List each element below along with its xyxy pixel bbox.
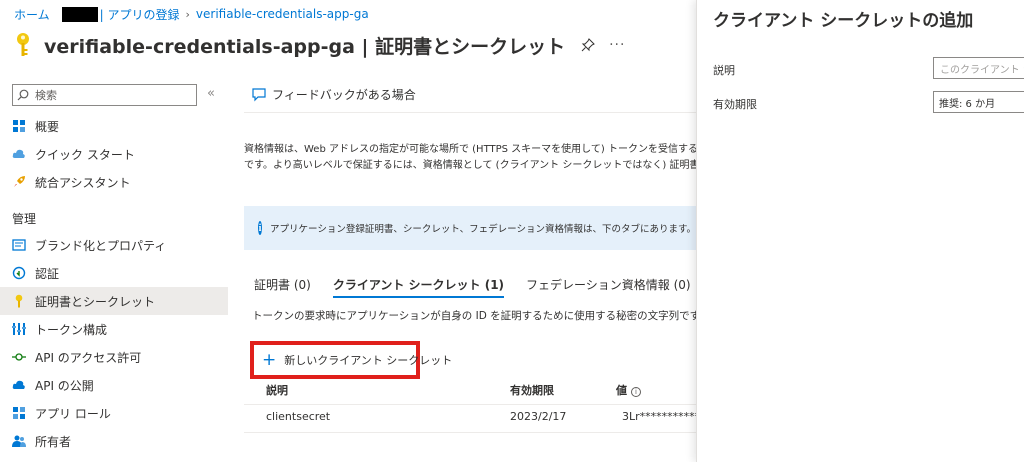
sidebar-item-overview[interactable]: 概要: [0, 112, 228, 140]
key-icon: [15, 294, 23, 308]
api-permissions-icon: [12, 353, 26, 361]
credentials-description: 資格情報は、Web アドレスの指定が可能な場所で (HTTPS スキーマを使用し…: [244, 142, 696, 174]
feedback-button[interactable]: フィードバックがある場合: [252, 86, 416, 103]
sidebar-item-certificates-secrets[interactable]: 証明書とシークレット: [0, 287, 228, 315]
sidebar: 検索 « 概要 クイック スタート 統合アシスタント 管理 ブランド化とプロパテ…: [0, 78, 228, 462]
info-icon[interactable]: i: [631, 387, 641, 397]
sidebar-item-label: API のアクセス許可: [35, 350, 142, 365]
sidebar-item-token-config[interactable]: トークン構成: [0, 315, 228, 343]
sidebar-item-expose-api[interactable]: API の公開: [0, 371, 228, 399]
client-secret-description: トークンの要求時にアプリケーションが自身の ID を証明するために使用する秘密の…: [252, 310, 700, 322]
info-banner: i アプリケーション登録証明書、シークレット、フェデレーション資格情報は、下のタ…: [244, 206, 696, 250]
tab-certificates[interactable]: 証明書 (0): [254, 272, 311, 298]
description-field[interactable]: このクライアント シークレット: [933, 57, 1024, 79]
pin-icon[interactable]: [581, 38, 595, 52]
column-header-expires: 有効期限: [510, 384, 554, 397]
token-bars-icon: [12, 323, 26, 335]
sidebar-item-api-permissions[interactable]: API のアクセス許可: [0, 343, 228, 371]
main-content: フィードバックがある場合 資格情報は、Web アドレスの指定が可能な場所で (H…: [244, 78, 706, 462]
sidebar-item-label: トークン構成: [35, 322, 108, 337]
table-header: 説明 有効期限 値i: [244, 378, 700, 402]
branding-icon: [12, 239, 26, 251]
sidebar-item-label: クイック スタート: [35, 147, 135, 162]
sidebar-item-label: ブランド化とプロパティ: [35, 238, 167, 253]
sidebar-item-label: 所有者: [35, 434, 72, 449]
collapse-sidebar-icon[interactable]: «: [207, 86, 215, 101]
expiry-field-label: 有効期限: [713, 98, 757, 111]
column-header-value-label: 値: [616, 384, 627, 397]
more-options-icon[interactable]: ···: [609, 37, 625, 53]
column-header-description: 説明: [266, 384, 288, 397]
search-input[interactable]: 検索: [12, 84, 197, 106]
breadcrumb-app-link[interactable]: verifiable-credentials-app-ga: [196, 7, 369, 21]
info-text: アプリケーション登録証明書、シークレット、フェデレーション資格情報は、下のタブに…: [270, 224, 696, 235]
sidebar-item-quickstart[interactable]: クイック スタート: [0, 140, 228, 168]
tab-federated-credentials[interactable]: フェデレーション資格情報 (0): [526, 272, 691, 298]
sidebar-item-label: API の公開: [35, 378, 94, 393]
info-icon: i: [258, 221, 263, 235]
expiry-select[interactable]: 推奨: 6 か月: [933, 91, 1024, 113]
cloud-quickstart-icon: [12, 149, 25, 158]
add-client-secret-panel: クライアント シークレットの追加 説明 このクライアント シークレット 有効期限…: [696, 0, 1024, 462]
cloud-api-icon: [12, 380, 25, 389]
new-client-secret-button[interactable]: + 新しいクライアント シークレット: [250, 341, 452, 379]
owners-icon: [12, 435, 26, 447]
chevron-right-icon: ›: [185, 7, 190, 21]
table-row: clientsecret 2023/2/17 3Lr************: [244, 406, 706, 432]
sidebar-item-label: 証明書とシークレット: [35, 294, 156, 309]
auth-icon: [12, 266, 26, 280]
new-client-secret-label: 新しいクライアント シークレット: [284, 354, 453, 367]
description-line: です。より高いレベルで保証するには、資格情報として (クライアント シークレット…: [244, 160, 696, 171]
sidebar-item-authentication[interactable]: 認証: [0, 259, 228, 287]
tab-list: 証明書 (0) クライアント シークレット (1) フェデレーション資格情報 (…: [244, 272, 703, 298]
breadcrumb-home-link[interactable]: ホーム: [14, 6, 50, 23]
divider: [244, 432, 700, 433]
expiry-selected-value: 推奨: 6 か月: [939, 98, 996, 110]
key-icon: [17, 33, 29, 56]
breadcrumb: ホーム | アプリの登録 › verifiable-credentials-ap…: [14, 5, 369, 23]
redacted-tenant: [61, 6, 98, 22]
breadcrumb-app-registrations-link[interactable]: | アプリの登録: [100, 6, 180, 23]
sidebar-item-branding[interactable]: ブランド化とプロパティ: [0, 231, 228, 259]
feedback-icon: [252, 87, 266, 101]
cell-value: 3Lr************: [622, 410, 706, 423]
sidebar-item-integration-assistant[interactable]: 統合アシスタント: [0, 168, 228, 196]
description-line: 資格情報は、Web アドレスの指定が可能な場所で (HTTPS スキーマを使用し…: [244, 144, 696, 155]
sidebar-section-manage: 管理: [12, 212, 37, 226]
search-icon: [17, 89, 29, 101]
column-header-value: 値i: [616, 382, 641, 398]
rocket-icon: [14, 176, 25, 187]
cell-description: clientsecret: [266, 410, 331, 423]
app-roles-icon: [13, 407, 25, 419]
plus-icon: +: [262, 349, 277, 370]
search-placeholder: 検索: [35, 89, 57, 102]
sidebar-item-label: 統合アシスタント: [35, 175, 131, 190]
description-placeholder: このクライアント シークレット: [940, 64, 1024, 76]
divider: [244, 404, 700, 405]
cell-expires: 2023/2/17: [510, 410, 567, 423]
sidebar-item-label: アプリ ロール: [35, 406, 111, 421]
panel-title: クライアント シークレットの追加: [713, 11, 974, 31]
grid-icon: [13, 120, 25, 132]
tab-client-secrets[interactable]: クライアント シークレット (1): [332, 272, 505, 298]
page-title: verifiable-credentials-app-ga | 証明書とシークレ…: [44, 35, 566, 58]
sidebar-item-label: 認証: [35, 266, 60, 281]
divider: [244, 112, 700, 113]
description-field-label: 説明: [713, 64, 735, 77]
feedback-label: フィードバックがある場合: [272, 88, 416, 102]
sidebar-item-label: 概要: [35, 119, 60, 134]
sidebar-item-owners[interactable]: 所有者: [0, 427, 228, 455]
page-header: verifiable-credentials-app-ga | 証明書とシークレ…: [12, 28, 625, 62]
sidebar-item-app-roles[interactable]: アプリ ロール: [0, 399, 228, 427]
